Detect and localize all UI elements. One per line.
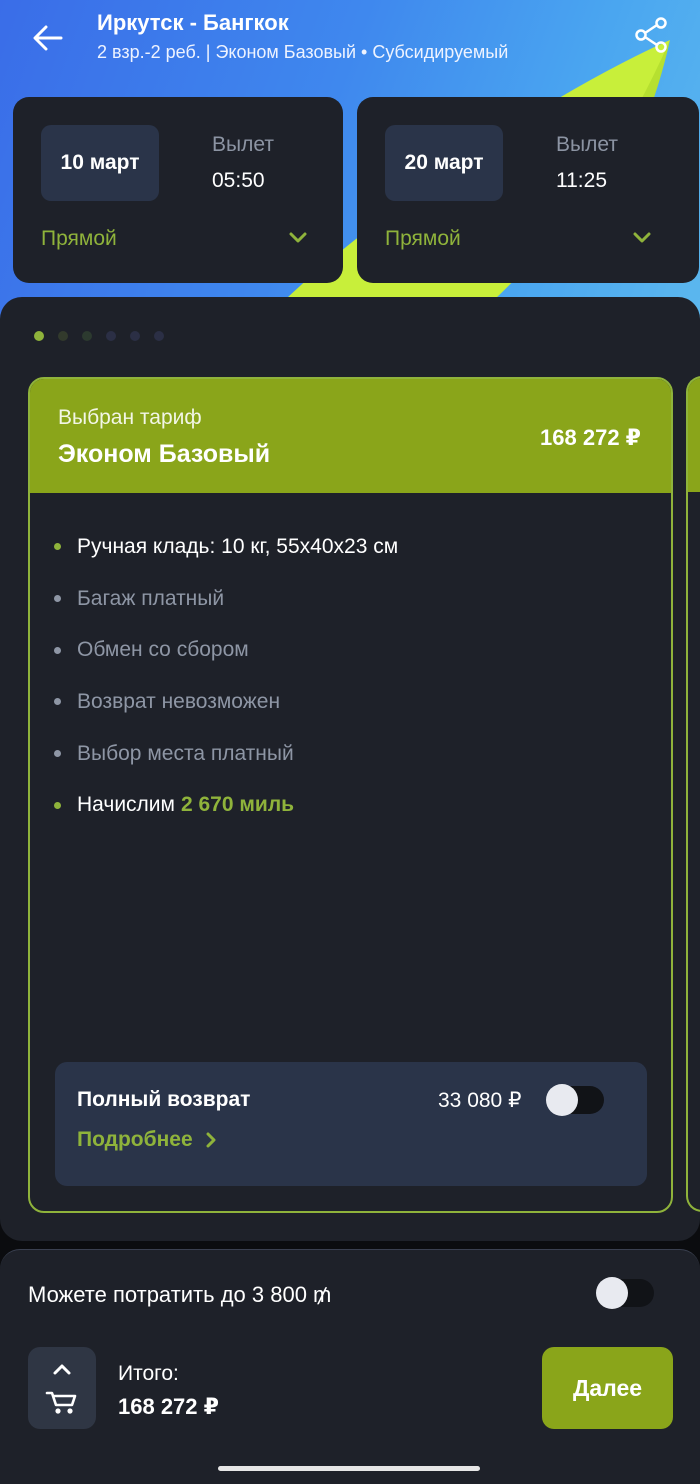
feature-text: Обмен со сбором (77, 638, 249, 662)
flight-type: Прямой (41, 227, 117, 250)
page-title: Иркутск - Бангкок (97, 10, 289, 35)
home-indicator[interactable] (218, 1466, 480, 1471)
pager-dot[interactable] (82, 331, 92, 341)
total-value: 168 272 ₽ (118, 1394, 219, 1419)
chevron-down-icon[interactable] (287, 229, 309, 247)
top-bar: Иркутск - Бангкок 2 взр.-2 реб. | Эконом… (0, 0, 700, 90)
cart-icon (45, 1364, 77, 1414)
bullet-icon (54, 646, 61, 654)
tariff-price: 168 272 ₽ (540, 425, 641, 450)
bullet-icon (54, 543, 61, 551)
chevron-right-icon (206, 1132, 216, 1148)
back-button[interactable] (28, 18, 68, 58)
carousel-pager (34, 331, 164, 341)
checkout-bar: Можете потратить до 3 800 ₥ Итого: 168 2… (0, 1249, 700, 1484)
total-label: Итого: (118, 1362, 179, 1385)
feature-text: Ручная кладь: 10 кг, 55х40х23 см (77, 534, 399, 558)
next-button[interactable]: Далее (542, 1347, 673, 1429)
flight-date: 10 март (41, 125, 159, 201)
tariff-name: Эконом Базовый (58, 440, 271, 468)
feature-item: Начислим 2 670 миль (54, 779, 654, 831)
feature-item: Ручная кладь: 10 кг, 55х40х23 см (54, 521, 654, 573)
bullet-icon (54, 801, 61, 809)
feature-text: Возврат невозможен (77, 689, 281, 713)
departure-label: Вылет (556, 133, 618, 156)
tariff-header: Выбран тариф Эконом Базовый 168 272 ₽ (30, 379, 671, 493)
flight-type: Прямой (385, 227, 461, 250)
flight-date: 20 март (385, 125, 503, 201)
page-subtitle: 2 взр.-2 реб. | Эконом Базовый • Субсиди… (97, 42, 509, 62)
departure-time: 11:25 (556, 169, 607, 192)
tariff-panel: Выбран тариф Эконом Базовый 168 272 ₽ Ру… (0, 297, 700, 1241)
next-tariff-header (688, 378, 700, 492)
share-button[interactable] (630, 14, 672, 56)
full-refund-option: Полный возврат 33 080 ₽ Подробнее (55, 1062, 647, 1186)
outbound-flight-card[interactable]: 10 март Вылет 05:50 Прямой (13, 97, 343, 283)
feature-item: Выбор места платный (54, 728, 654, 780)
share-icon (635, 17, 667, 53)
feature-text: Выбор места платный (77, 741, 294, 765)
feature-text: Начислим (77, 793, 175, 817)
feature-text: Багаж платный (77, 586, 225, 610)
bullet-icon (54, 595, 61, 603)
tariff-card[interactable]: Выбран тариф Эконом Базовый 168 272 ₽ Ру… (28, 377, 673, 1213)
next-tariff-card-peek[interactable] (686, 376, 700, 1212)
tariff-features: Ручная кладь: 10 кг, 55х40х23 см Багаж п… (54, 521, 654, 831)
pager-dot[interactable] (58, 331, 68, 341)
arrow-left-icon (33, 25, 63, 51)
pager-dot[interactable] (130, 331, 140, 341)
pager-dot[interactable] (106, 331, 116, 341)
refund-title: Полный возврат (77, 1088, 251, 1111)
miles-spend-text: Можете потратить до 3 800 ₥ (28, 1282, 332, 1307)
pager-dot[interactable] (154, 331, 164, 341)
feature-item: Обмен со сбором (54, 624, 654, 676)
bullet-icon (54, 750, 61, 758)
chosen-tariff-label: Выбран тариф (58, 406, 202, 429)
miles-toggle[interactable] (596, 1277, 654, 1309)
refund-toggle[interactable] (546, 1084, 604, 1116)
refund-price: 33 080 ₽ (438, 1089, 522, 1112)
toggle-knob (596, 1277, 628, 1309)
pager-dot[interactable] (34, 331, 44, 341)
departure-label: Вылет (212, 133, 274, 156)
feature-item: Багаж платный (54, 573, 654, 625)
departure-time: 05:50 (212, 169, 265, 192)
feature-item: Возврат невозможен (54, 676, 654, 728)
chevron-down-icon[interactable] (631, 229, 653, 247)
miles-amount: 2 670 миль (180, 793, 295, 817)
refund-details-link[interactable]: Подробнее (77, 1128, 217, 1152)
details-link-label: Подробнее (77, 1128, 193, 1151)
bullet-icon (54, 698, 61, 706)
return-flight-card[interactable]: 20 март Вылет 11:25 Прямой (357, 97, 699, 283)
cart-button[interactable] (28, 1347, 96, 1429)
toggle-knob (546, 1084, 578, 1116)
